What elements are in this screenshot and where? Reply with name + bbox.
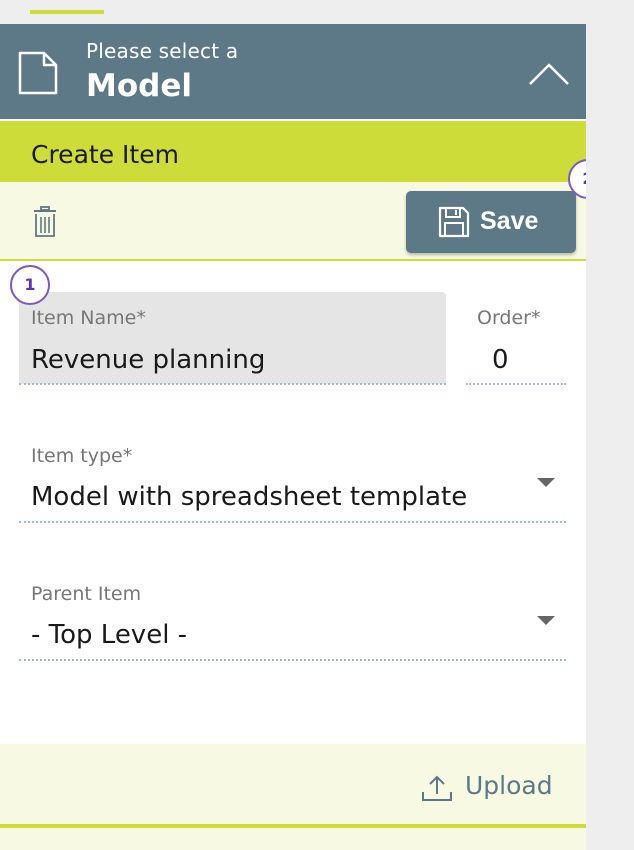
parent-item-underline [19,659,566,661]
floppy-disk-icon [438,206,470,238]
document-icon [18,51,58,95]
order-underline [466,383,566,385]
header-title: Model [86,68,192,104]
item-name-label: Item Name* [31,307,146,329]
trash-icon[interactable] [33,206,57,238]
parent-item-dropdown-caret-icon[interactable] [537,616,555,625]
parent-item-label: Parent Item [31,583,142,605]
save-button[interactable]: Save [406,191,576,253]
bottom-area [0,828,586,850]
parent-item-select[interactable]: - Top Level - [31,620,187,650]
top-strip [0,0,586,24]
item-type-underline [19,521,566,523]
scrollbar-track[interactable] [586,0,634,850]
step-badge-1: 1 [10,265,50,305]
header-subtitle: Please select a [86,39,239,63]
model-selector-header[interactable]: Please select a Model [0,24,586,119]
item-panel: Please select a Model Create Item Save I… [0,0,608,850]
create-item-label: Create Item [31,140,179,169]
create-item-bar: Create Item [0,121,586,182]
save-button-label: Save [480,207,539,235]
order-input[interactable]: 0 [492,345,509,375]
chevron-up-icon[interactable] [528,62,570,86]
order-label: Order* [477,307,541,329]
item-type-dropdown-caret-icon[interactable] [537,478,555,487]
item-name-underline [19,383,446,385]
upload-area: Upload [0,744,586,824]
upload-icon[interactable] [421,774,453,802]
top-accent-line [30,10,104,14]
item-type-label: Item type* [31,445,133,467]
item-name-input[interactable]: Revenue planning [31,345,265,375]
upload-button[interactable]: Upload [465,771,553,800]
item-toolbar: Save [0,182,586,261]
item-type-select[interactable]: Model with spreadsheet template [31,482,467,512]
